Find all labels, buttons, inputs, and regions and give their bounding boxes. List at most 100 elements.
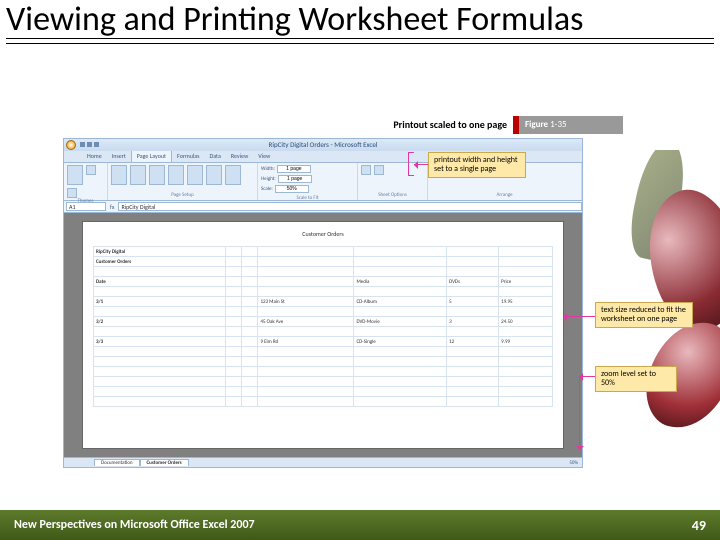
office-button-icon[interactable] [66, 140, 76, 150]
themes-icon[interactable] [67, 165, 83, 185]
zoom-indicator[interactable]: 50% [569, 460, 578, 466]
table-cell: DVDs [447, 277, 499, 287]
table-cell [242, 247, 258, 257]
table-cell [225, 377, 241, 387]
print-area-button[interactable] [168, 165, 184, 185]
table-cell [354, 307, 447, 317]
table-cell [242, 387, 258, 397]
table-cell [354, 287, 447, 297]
print-titles-button[interactable] [225, 165, 241, 185]
headings-icon[interactable] [374, 165, 384, 175]
colors-icon[interactable] [86, 165, 96, 175]
width-label: Width: [261, 166, 275, 172]
table-cell [94, 307, 226, 317]
table-cell [499, 357, 553, 367]
table-cell [447, 347, 499, 357]
footer-book-title: New Perspectives on Microsoft Office Exc… [14, 518, 255, 532]
table-cell [94, 327, 226, 337]
table-cell [94, 347, 226, 357]
table-cell [225, 397, 241, 407]
tab-review[interactable]: Review [226, 150, 253, 162]
table-cell [242, 367, 258, 377]
slide-title: Viewing and Printing Worksheet Formulas [0, 0, 720, 38]
margins-button[interactable] [111, 165, 127, 185]
table-cell [242, 257, 258, 267]
table-cell [258, 327, 354, 337]
table-cell [499, 307, 553, 317]
sheet-tabs[interactable]: Documentation Customer Orders [94, 459, 189, 466]
callout-arrow-3b [579, 376, 580, 450]
size-button[interactable] [149, 165, 165, 185]
name-box[interactable]: A1 [66, 202, 106, 211]
table-cell [225, 267, 241, 277]
figure-caption: Printout scaled to one page [393, 118, 507, 131]
tab-insert[interactable]: Insert [107, 150, 131, 162]
table-cell: DVD-Movie [354, 317, 447, 327]
table-cell: CD-Album [354, 297, 447, 307]
table-cell [354, 327, 447, 337]
table-cell [242, 297, 258, 307]
table-cell [94, 287, 226, 297]
tab-formulas[interactable]: Formulas [172, 150, 204, 162]
table-cell [499, 387, 553, 397]
table-cell [258, 357, 354, 367]
table-cell: CD-Single [354, 337, 447, 347]
quick-access-toolbar[interactable] [80, 142, 99, 147]
table-cell [258, 397, 354, 407]
tab-home[interactable]: Home [82, 150, 107, 162]
table-cell [225, 247, 241, 257]
excel-titlebar: RipCity Digital Orders - Microsoft Excel [64, 139, 582, 151]
table-cell [242, 377, 258, 387]
table-cell [499, 267, 553, 277]
worksheet-area[interactable]: Customer Orders RipCity DigitalCustomer … [64, 213, 582, 457]
status-bar: Documentation Customer Orders 50% [64, 457, 582, 467]
table-cell [225, 257, 241, 267]
fonts-icon[interactable] [67, 188, 77, 198]
table-cell: 5 [447, 297, 499, 307]
table-cell [94, 377, 226, 387]
sheet-tab-documentation[interactable]: Documentation [94, 459, 140, 466]
table-cell [225, 347, 241, 357]
background-button[interactable] [206, 165, 222, 185]
table-cell [225, 287, 241, 297]
table-cell [225, 327, 241, 337]
tab-view[interactable]: View [253, 150, 275, 162]
table-cell [354, 257, 447, 267]
table-cell [94, 387, 226, 397]
scale-field[interactable] [275, 185, 309, 193]
formula-bar[interactable]: RipCity Digital [118, 202, 582, 211]
callout-arrow-1 [414, 164, 428, 165]
table-cell: Price [499, 277, 553, 287]
table-cell [242, 397, 258, 407]
figure-badge: Figure 1-35 [513, 116, 623, 134]
arrange-label: Arrange [431, 192, 578, 198]
fx-icon[interactable]: fx [110, 203, 114, 211]
table-cell [447, 247, 499, 257]
height-field[interactable] [278, 175, 312, 183]
table-cell [94, 357, 226, 367]
page-heading: Customer Orders [83, 230, 563, 238]
table-cell [499, 397, 553, 407]
tab-data[interactable]: Data [205, 150, 226, 162]
table-cell [258, 257, 354, 267]
table-cell [354, 247, 447, 257]
table-cell [447, 287, 499, 297]
table-cell [258, 247, 354, 257]
table-cell [242, 347, 258, 357]
table-cell [354, 267, 447, 277]
sheet-tab-customer-orders[interactable]: Customer Orders [140, 459, 189, 466]
table-cell [94, 397, 226, 407]
width-field[interactable] [277, 165, 311, 173]
table-cell: 45 Oak Ave [258, 317, 354, 327]
orientation-button[interactable] [130, 165, 146, 185]
table-cell [94, 367, 226, 377]
breaks-button[interactable] [187, 165, 203, 185]
table-cell [499, 327, 553, 337]
gridlines-icon[interactable] [361, 165, 371, 175]
table-cell [258, 367, 354, 377]
table-cell [354, 397, 447, 407]
table-cell [258, 347, 354, 357]
table-cell [225, 277, 241, 287]
table-cell [258, 377, 354, 387]
table-cell [242, 267, 258, 277]
